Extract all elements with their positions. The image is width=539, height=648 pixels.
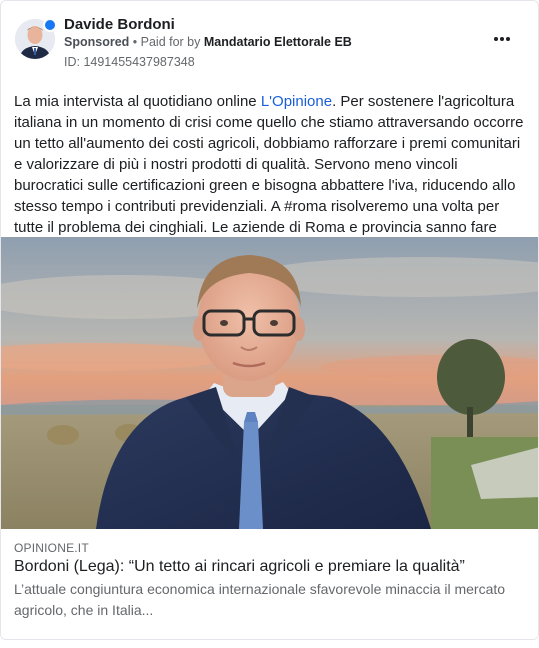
ad-id: ID: 1491455437987348 [64, 55, 195, 69]
sponsored-label: Sponsored [64, 35, 130, 49]
post-text-start: La mia intervista al quotidiano online [14, 93, 261, 110]
link-domain: OPINIONE.IT [14, 541, 89, 555]
verified-badge-icon [43, 18, 57, 32]
link-description: L’attuale congiuntura economica internaz… [14, 581, 506, 618]
post-header: Davide Bordoni Sponsored • Paid for by M… [13, 13, 526, 73]
post-image[interactable] [1, 237, 538, 529]
post-text-rest: . Per sostenere l'agricoltura italiana i… [14, 93, 524, 257]
opinione-link[interactable]: L'Opinione [261, 93, 332, 110]
portrait-photo [1, 237, 538, 529]
more-options-button[interactable] [490, 30, 514, 48]
more-horizontal-icon [494, 37, 498, 41]
paid-for-prefix: Paid for by [140, 35, 204, 49]
post-text: La mia intervista al quotidiano online L… [14, 91, 528, 259]
sponsored-line: Sponsored • Paid for by Mandatario Elett… [64, 35, 352, 49]
link-preview[interactable]: OPINIONE.IT Bordoni (Lega): “Un tetto ai… [1, 529, 538, 639]
separator-dot: • [129, 35, 141, 49]
author-name[interactable]: Davide Bordoni [64, 16, 175, 33]
link-title[interactable]: Bordoni (Lega): “Un tetto ai rincari agr… [14, 557, 528, 577]
payer-name[interactable]: Mandatario Elettorale EB [204, 35, 352, 49]
ad-card: Davide Bordoni Sponsored • Paid for by M… [0, 0, 539, 640]
